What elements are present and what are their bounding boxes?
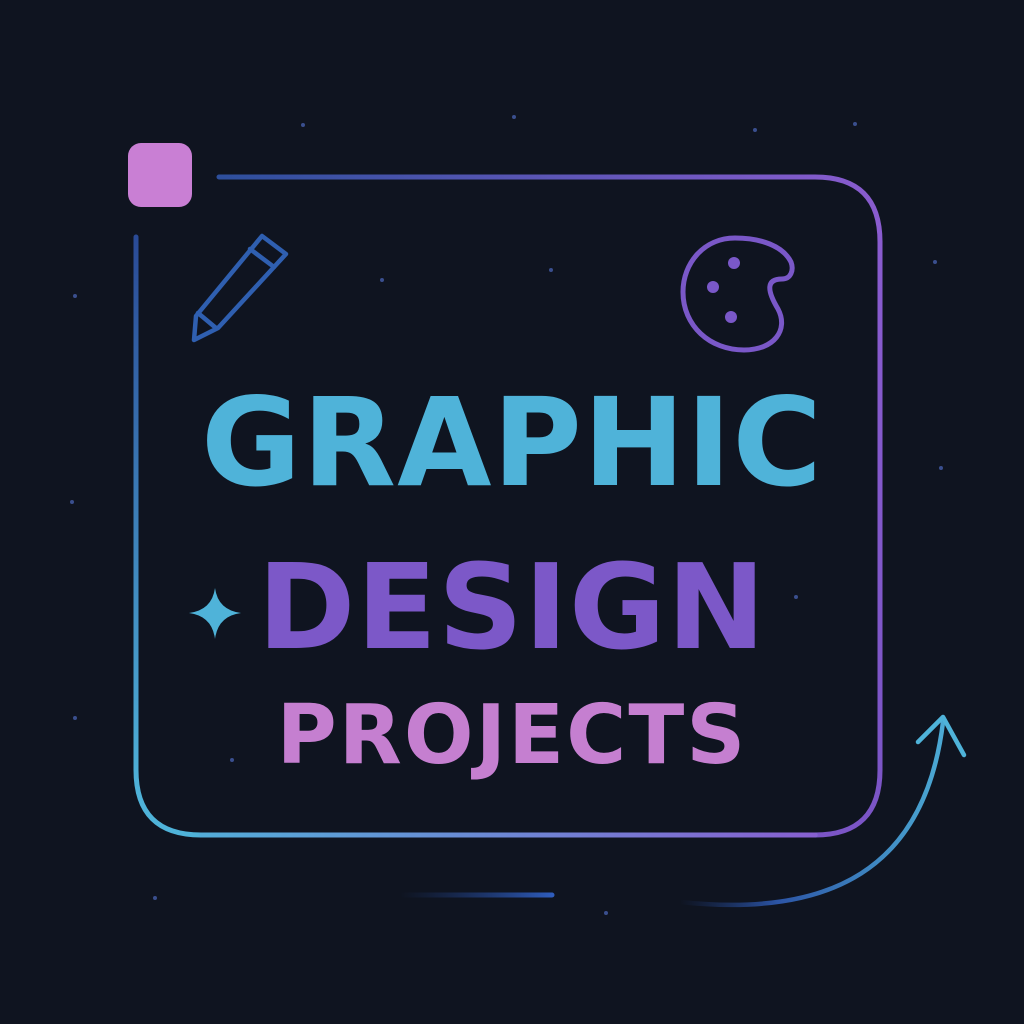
palette-icon [680,235,795,353]
headline-line-design: DESIGN [257,538,767,676]
headline-line-graphic: GRAPHIC [201,372,823,514]
star-dots [70,115,943,915]
pencil-icon [191,233,289,343]
headline-line-projects: PROJECTS [276,688,748,783]
pink-square [128,143,192,207]
